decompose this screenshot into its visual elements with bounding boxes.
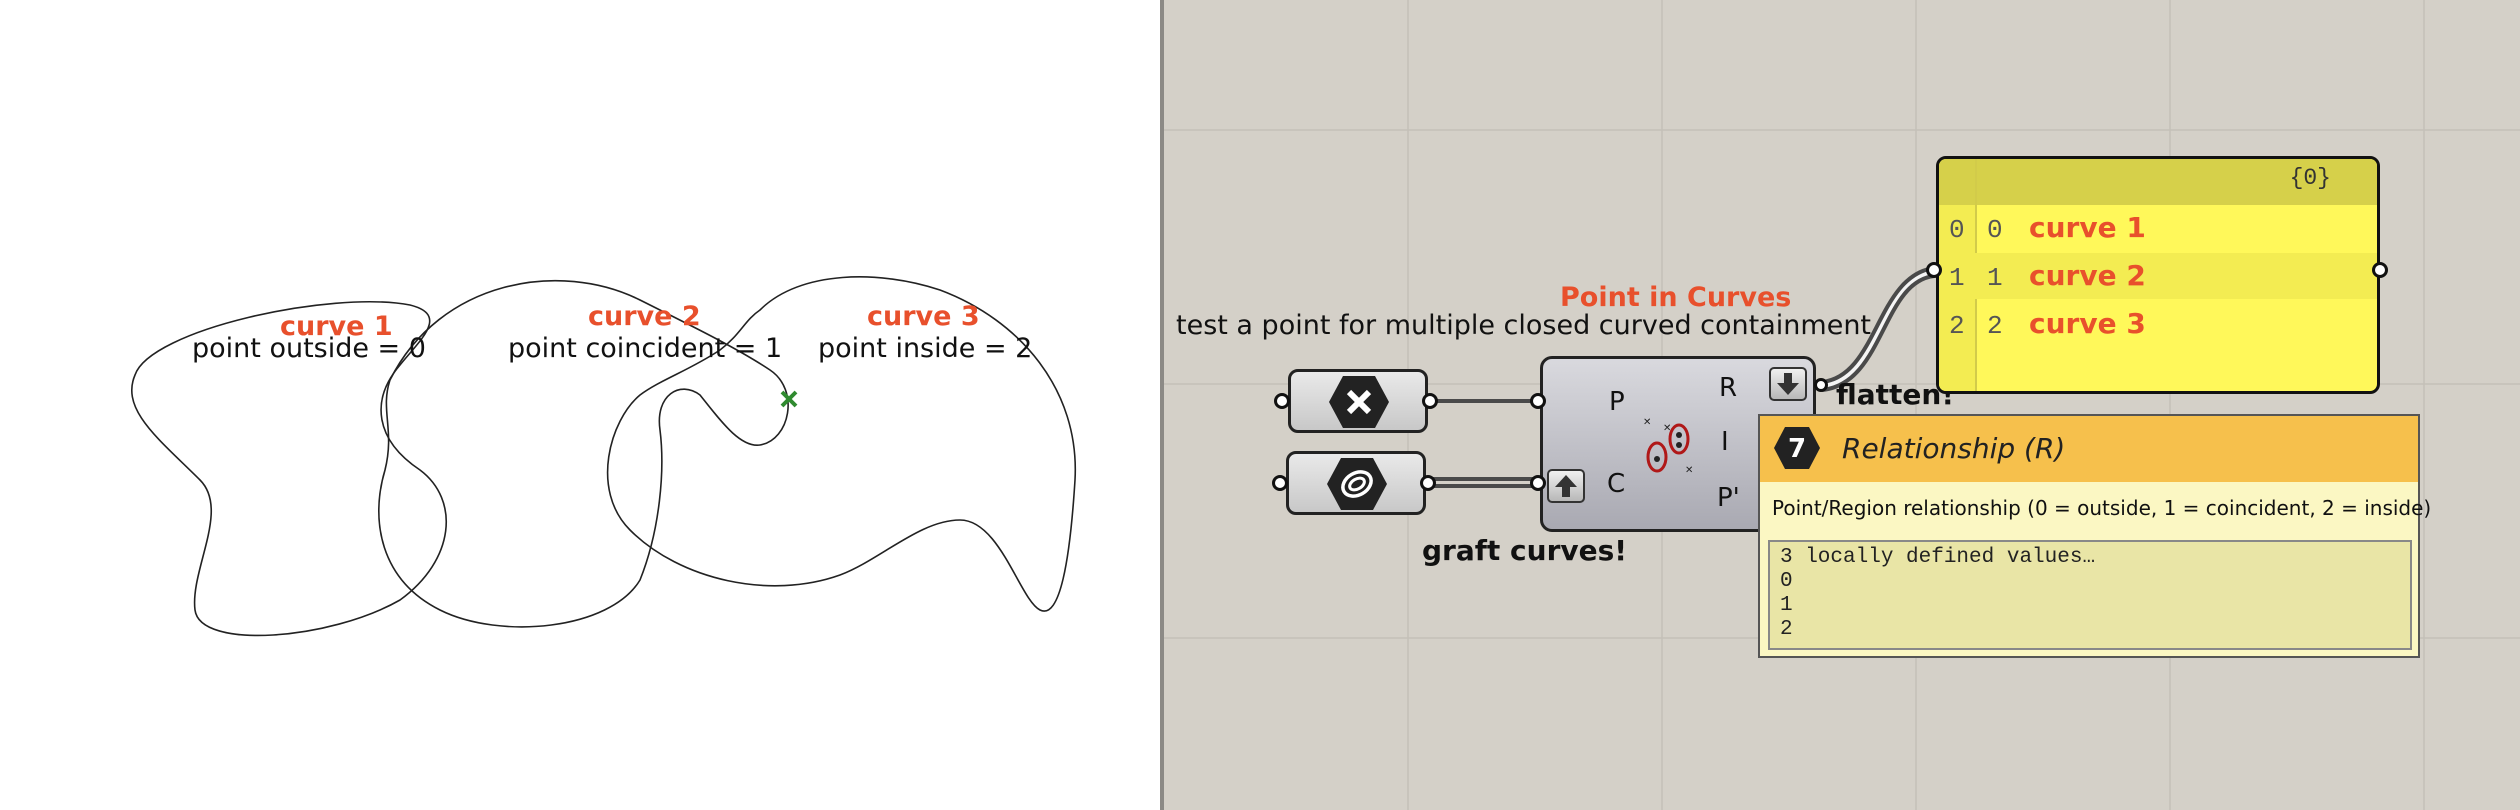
tooltip-title: Relationship (R)	[1842, 432, 2066, 465]
point-param[interactable]	[1288, 369, 1428, 433]
curve-3-sub: point inside = 2	[818, 333, 1033, 364]
flatten-arrow-icon[interactable]	[1769, 367, 1807, 401]
output-r-port[interactable]	[1814, 378, 1828, 392]
panel-row-path-index: 1	[1949, 263, 1965, 293]
output-p-prime-label: P'	[1717, 483, 1740, 513]
point-param-in-port[interactable]	[1274, 393, 1290, 409]
curve-3-label: curve 3	[867, 301, 980, 332]
curve-param-out-port[interactable]	[1420, 475, 1436, 491]
input-c-label: C	[1607, 469, 1626, 499]
panel-row-item-index: 1	[1987, 263, 2003, 293]
curve-1-sub: point outside = 0	[192, 333, 426, 364]
point-param-icon	[1329, 376, 1389, 428]
viewport-curves	[130, 276, 1077, 637]
input-c-port[interactable]	[1530, 475, 1546, 491]
input-p-label: P	[1609, 387, 1625, 417]
output-panel[interactable]: {0} 0 0 curve 1 1 1 curve 2 2 2 curve 3	[1936, 156, 2380, 394]
panel-row-value: curve 1	[2029, 211, 2146, 244]
panel-row-value: curve 3	[2029, 307, 2146, 340]
panel-row: 0 0 curve 1	[1939, 205, 2377, 251]
point-in-curves-icon: ✕ ✕ ✕	[1643, 417, 1693, 476]
tooltip-header: 7 Relationship (R)	[1760, 416, 2418, 482]
point-param-out-port[interactable]	[1422, 393, 1438, 409]
curve-param-icon	[1327, 458, 1387, 510]
tooltip-values-header: 3 locally defined values…	[1780, 546, 2096, 569]
panel-in-port[interactable]	[1926, 262, 1942, 278]
input-p-port[interactable]	[1530, 393, 1546, 409]
output-i-label: I	[1721, 427, 1729, 457]
panel-path: {0}	[2289, 165, 2331, 191]
panel-row-value: curve 2	[2029, 259, 2146, 292]
panel-out-port[interactable]	[2372, 262, 2388, 278]
tooltip-value: 1	[1780, 594, 1793, 617]
panel-row-path-index: 0	[1949, 215, 1965, 245]
graft-arrow-icon[interactable]	[1547, 469, 1585, 503]
test-point	[780, 390, 798, 408]
group-description: test a point for multiple closed curved …	[1176, 310, 1872, 341]
panel-row-path-index: 2	[1949, 311, 1965, 341]
tooltip-value: 0	[1780, 570, 1793, 593]
curve-2-sub: point coincident = 1	[508, 333, 783, 364]
group-title: Point in Curves	[1560, 282, 1792, 313]
panel-row: 2 2 curve 3	[1939, 301, 2377, 347]
curve-param[interactable]	[1286, 451, 1426, 515]
output-r-label: R	[1719, 373, 1738, 403]
curve-2-label: curve 2	[588, 301, 701, 332]
panel-row-item-index: 2	[1987, 311, 2003, 341]
tooltip-values-box: 3 locally defined values… 0 1 2	[1768, 540, 2412, 650]
panel-row-item-index: 0	[1987, 215, 2003, 245]
panel-row: 1 1 curve 2	[1939, 253, 2377, 299]
rhino-viewport[interactable]: curve 1 point outside = 0 curve 2 point …	[0, 0, 1160, 810]
curve-param-in-port[interactable]	[1272, 475, 1288, 491]
graft-label: graft curves!	[1422, 534, 1628, 567]
parameter-tooltip: 7 Relationship (R) Point/Region relation…	[1758, 414, 2431, 658]
hexagon-number-icon: 7	[1774, 427, 1820, 469]
svg-text:✕: ✕	[1643, 417, 1651, 428]
svg-text:✕: ✕	[1663, 423, 1671, 434]
tooltip-value: 2	[1780, 618, 1793, 641]
tooltip-description: Point/Region relationship (0 = outside, …	[1772, 496, 2432, 520]
svg-text:✕: ✕	[1685, 465, 1693, 476]
tooltip-number: 7	[1788, 434, 1806, 464]
